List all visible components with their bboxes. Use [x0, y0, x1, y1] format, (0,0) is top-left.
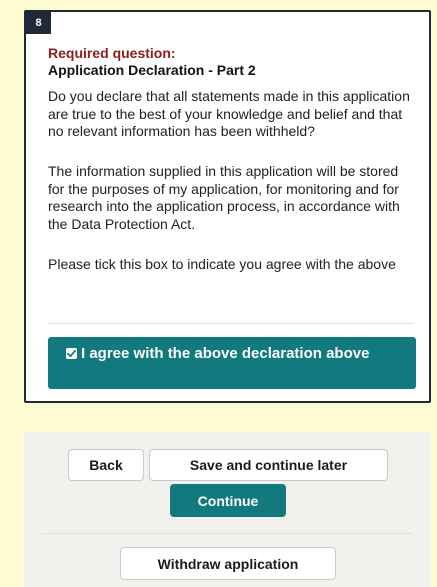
divider: [48, 323, 414, 324]
required-label: Required question:: [48, 45, 176, 61]
agree-checkbox-label: I agree with the above declaration above: [81, 345, 370, 362]
back-button[interactable]: Back: [68, 449, 144, 481]
instruction-paragraph: Please tick this box to indicate you agr…: [48, 256, 396, 272]
continue-button[interactable]: Continue: [170, 484, 286, 517]
checkmark-icon[interactable]: [66, 348, 77, 359]
withdraw-application-button[interactable]: Withdraw application: [120, 547, 336, 580]
agree-checkbox-option[interactable]: I agree with the above declaration above: [48, 337, 416, 389]
question-number-badge: 8: [26, 12, 51, 34]
question-card: 8 Required question: Application Declara…: [24, 10, 431, 403]
form-actions: Back Save and continue later Continue Wi…: [24, 432, 431, 587]
question-title: Application Declaration - Part 2: [48, 62, 256, 78]
declaration-paragraph: Do you declare that all statements made …: [48, 88, 410, 139]
divider: [42, 533, 412, 534]
save-continue-later-button[interactable]: Save and continue later: [149, 449, 388, 481]
data-protection-paragraph: The information supplied in this applica…: [48, 163, 400, 232]
